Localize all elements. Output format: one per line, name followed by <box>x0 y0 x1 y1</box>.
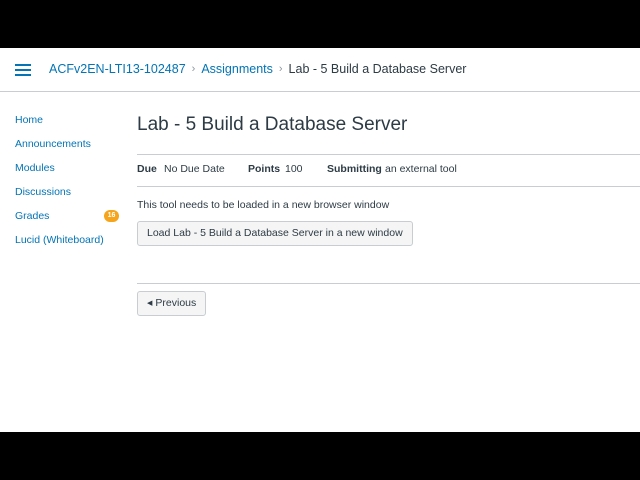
sidebar-item-modules[interactable]: Modules <box>15 160 125 184</box>
divider <box>137 154 640 155</box>
previous-label: Previous <box>155 297 197 309</box>
submitting-label: Submitting <box>327 163 382 175</box>
load-in-new-window-button[interactable]: Load Lab - 5 Build a Database Server in … <box>137 221 413 246</box>
hamburger-menu-icon[interactable] <box>15 64 31 76</box>
main-content: Lab - 5 Build a Database Server Due No D… <box>137 48 640 432</box>
previous-button[interactable]: ◀ Previous <box>137 291 207 316</box>
course-nav: Home Announcements Modules Discussions G… <box>15 112 125 256</box>
due-label: Due <box>137 163 157 175</box>
points-label: Points <box>248 163 281 175</box>
sidebar-item-announcements[interactable]: Announcements <box>15 136 125 160</box>
submitting-value: an external tool <box>385 163 457 175</box>
sidebar-item-label: Grades <box>15 210 50 222</box>
grades-count-badge: 16 <box>104 210 119 222</box>
divider <box>137 186 640 187</box>
divider <box>137 283 640 284</box>
tool-notice: This tool needs to be loaded in a new br… <box>137 199 390 211</box>
sidebar-item-discussions[interactable]: Discussions <box>15 184 125 208</box>
points-value: 100 <box>285 163 303 175</box>
sidebar-item-grades[interactable]: Grades 16 <box>15 208 125 232</box>
due-value: No Due Date <box>164 163 225 175</box>
caret-left-icon: ◀ <box>147 300 153 307</box>
canvas-page: ACFv2EN-LTI13-102487 › Assignments › Lab… <box>0 48 640 432</box>
sidebar-item-home[interactable]: Home <box>15 112 125 136</box>
page-title: Lab - 5 Build a Database Server <box>137 114 408 135</box>
sidebar-item-lucid-whiteboard[interactable]: Lucid (Whiteboard) <box>15 232 125 256</box>
